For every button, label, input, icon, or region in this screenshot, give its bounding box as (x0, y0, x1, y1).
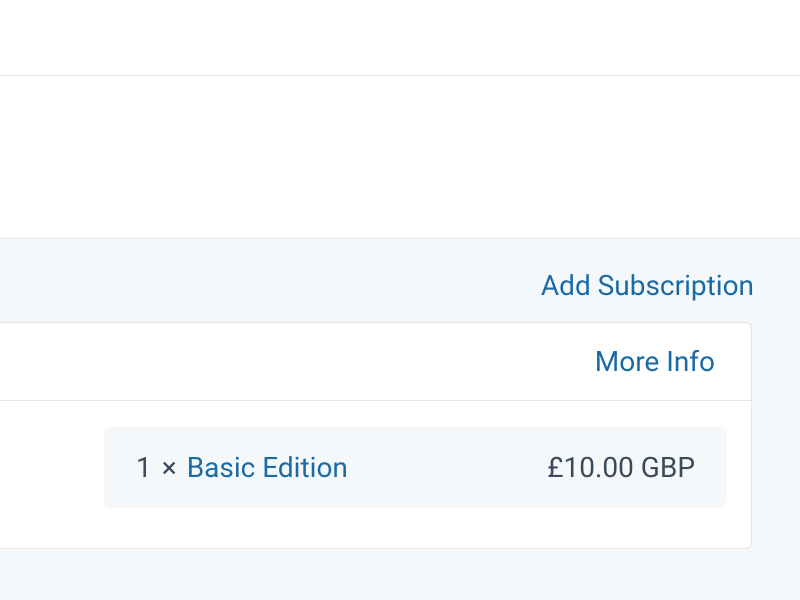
section-action-row: Add Subscription (0, 239, 800, 322)
line-item-left: 1 × Basic Edition (136, 451, 348, 484)
subscription-card-body: 1 × Basic Edition £10.00 GBP (0, 401, 751, 548)
add-subscription-link[interactable]: Add Subscription (541, 269, 754, 302)
line-item-quantity: 1 (136, 451, 152, 484)
subscription-card-header: More Info (0, 323, 751, 401)
subscription-card: More Info 1 × Basic Edition £10.00 GBP (0, 322, 752, 549)
subscription-line-item: 1 × Basic Edition £10.00 GBP (104, 427, 727, 508)
more-info-link[interactable]: More Info (595, 345, 715, 378)
line-item-price: £10.00 GBP (547, 451, 695, 484)
subscription-section: Add Subscription More Info 1 × Basic Edi… (0, 238, 800, 600)
product-name-link[interactable]: Basic Edition (187, 451, 348, 484)
top-bar-region (0, 0, 800, 76)
line-item-times-symbol: × (162, 451, 177, 484)
mid-spacer-region (0, 76, 800, 238)
